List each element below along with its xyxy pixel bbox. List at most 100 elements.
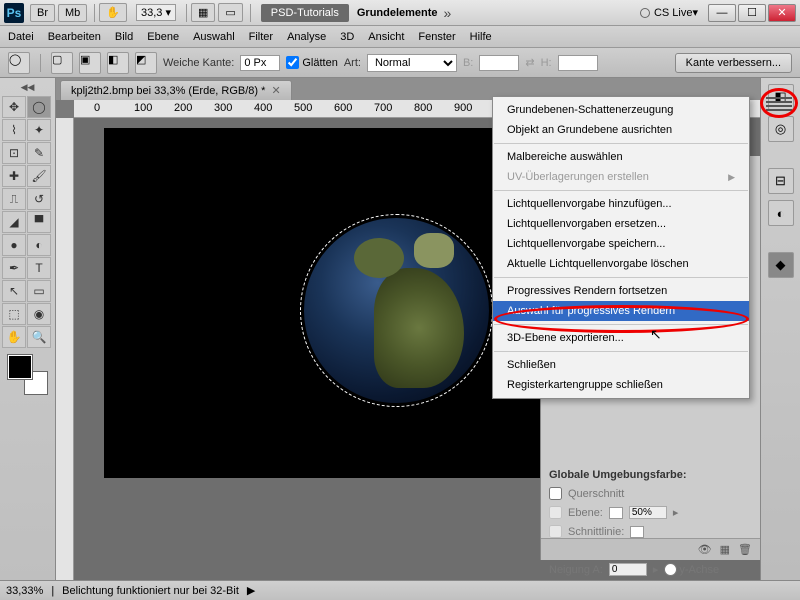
global-ambient-label: Globale Umgebungsfarbe: [541, 466, 760, 484]
refine-edge-button[interactable]: Kante verbessern... [675, 53, 792, 73]
menu-analyse[interactable]: Analyse [287, 31, 326, 43]
workspace-grundelemente[interactable]: Grundelemente [357, 7, 438, 19]
options-bar: ◯ ▢ ▣ ◧ ◩ Weiche Kante: Glätten Art: Nor… [0, 48, 800, 78]
eraser-tool[interactable]: ◢ [2, 211, 26, 233]
masks-panel-icon[interactable]: ◐ [768, 200, 794, 226]
zoom-select[interactable]: 33,3 ▾ [136, 4, 176, 21]
menu-bild[interactable]: Bild [115, 31, 133, 43]
selection-new-icon[interactable]: ▢ [51, 52, 73, 74]
marquee-tool-icon[interactable]: ◯ [8, 52, 30, 74]
selection-marquee [300, 214, 493, 407]
menu-auswahl[interactable]: Auswahl [193, 31, 235, 43]
3d-tool[interactable]: ⬚ [2, 303, 26, 325]
toggle-lights-icon[interactable]: 👁 [698, 543, 712, 556]
delete-icon[interactable]: 🗑 [738, 543, 752, 556]
menu-item[interactable]: Lichtquellenvorgaben ersetzen... [493, 214, 749, 234]
menu-item[interactable]: Grundebenen-Schattenerzeugung [493, 100, 749, 120]
menu-item[interactable]: Progressives Rendern fortsetzen [493, 281, 749, 301]
style-label: Art: [344, 57, 361, 69]
antialias-checkbox[interactable]: Glätten [286, 56, 337, 69]
stamp-tool[interactable]: ⎍ [2, 188, 26, 210]
new-light-icon[interactable]: ▦ [720, 543, 730, 556]
brush-tool[interactable]: 🖌 [27, 165, 51, 187]
tilt-a-input[interactable] [609, 563, 647, 576]
blur-tool[interactable]: ● [2, 234, 26, 256]
height-label: H: [541, 57, 552, 69]
dodge-tool[interactable]: ◐ [27, 234, 51, 256]
foreground-color[interactable] [8, 355, 32, 379]
close-tab-icon[interactable]: ✕ [271, 84, 280, 97]
close-button[interactable]: ✕ [768, 4, 796, 22]
layers-panel-icon[interactable]: ◆ [768, 252, 794, 278]
menu-item[interactable]: Auswahl für progressives Rendern [493, 301, 749, 321]
maximize-button[interactable]: ☐ [738, 4, 766, 22]
menu-filter[interactable]: Filter [249, 31, 273, 43]
lasso-tool[interactable]: ⌇ [2, 119, 26, 141]
menu-hilfe[interactable]: Hilfe [470, 31, 492, 43]
menu-bearbeiten[interactable]: Bearbeiten [48, 31, 101, 43]
menu-fenster[interactable]: Fenster [418, 31, 455, 43]
cursor-icon: ↖ [650, 326, 662, 343]
photoshop-icon: Ps [4, 3, 24, 23]
collapse-icon[interactable]: ◀◀ [2, 82, 53, 95]
3d-camera-tool[interactable]: ◉ [27, 303, 51, 325]
menu-datei[interactable]: Datei [8, 31, 34, 43]
menu-bar: Datei Bearbeiten Bild Ebene Auswahl Filter Ana… [0, 26, 800, 48]
right-dock: ◧ ◎ ⊟ ◐ ◆ [760, 78, 800, 580]
zoom-tool[interactable]: 🔍 [27, 326, 51, 348]
menu-item[interactable]: Malbereiche auswählen [493, 147, 749, 167]
document-tab[interactable]: kplj2th2.bmp bei 33,3% (Erde, RGB/8) *✕ [60, 80, 292, 100]
menu-ansicht[interactable]: Ansicht [368, 31, 404, 43]
feather-input[interactable] [240, 55, 280, 71]
menu-item[interactable]: Registerkartengruppe schließen [493, 375, 749, 395]
menu-item[interactable]: 3D-Ebene exportieren... [493, 328, 749, 348]
bridge-button[interactable]: Br [30, 4, 55, 22]
selection-subtract-icon[interactable]: ◧ [107, 52, 129, 74]
selection-add-icon[interactable]: ▣ [79, 52, 101, 74]
move-tool[interactable]: ✥ [2, 96, 26, 118]
swatches-panel-icon[interactable]: ◎ [768, 116, 794, 142]
path-tool[interactable]: ↖ [2, 280, 26, 302]
workspace-psd-tutorials[interactable]: PSD-Tutorials [261, 4, 349, 22]
minimize-button[interactable]: — [708, 4, 736, 22]
heal-tool[interactable]: ✚ [2, 165, 26, 187]
shape-tool[interactable]: ▭ [27, 280, 51, 302]
status-zoom[interactable]: 33,33% [6, 585, 43, 597]
selection-intersect-icon[interactable]: ◩ [135, 52, 157, 74]
wand-tool[interactable]: ✦ [27, 119, 51, 141]
feather-label: Weiche Kante: [163, 57, 234, 69]
menu-ebene[interactable]: Ebene [147, 31, 179, 43]
status-arrow-icon[interactable]: ▶ [247, 584, 255, 597]
eyedropper-tool[interactable]: ✎ [27, 142, 51, 164]
crop-tool[interactable]: ⊡ [2, 142, 26, 164]
history-brush-tool[interactable]: ↺ [27, 188, 51, 210]
marquee-tool[interactable]: ◯ [27, 96, 51, 118]
style-select[interactable]: Normal [367, 54, 457, 72]
gradient-tool[interactable]: ▀ [27, 211, 51, 233]
status-bar: 33,33% | Belichtung funktioniert nur bei… [0, 580, 800, 600]
type-tool[interactable]: T [27, 257, 51, 279]
screen-mode-icon[interactable]: ▭ [218, 3, 242, 22]
color-swatches[interactable] [8, 355, 48, 395]
hand-tool[interactable]: ✋ [2, 326, 26, 348]
cross-section-checkbox[interactable] [549, 487, 562, 500]
menu-item[interactable]: Objekt an Grundebene ausrichten [493, 120, 749, 140]
pen-tool[interactable]: ✒ [2, 257, 26, 279]
panel-flyout-menu: Grundebenen-SchattenerzeugungObjekt an G… [492, 96, 750, 399]
menu-item[interactable]: Lichtquellenvorgabe speichern... [493, 234, 749, 254]
cs-live[interactable]: CS Live ▾ [640, 6, 698, 19]
menu-item[interactable]: Aktuelle Lichtquellenvorgabe löschen [493, 254, 749, 274]
arrange-icon[interactable]: ▦ [191, 3, 215, 22]
adjustments-panel-icon[interactable]: ⊟ [768, 168, 794, 194]
panel-footer: 👁 ▦ 🗑 [541, 538, 760, 560]
panel-menu-button[interactable] [766, 96, 792, 112]
menu-item[interactable]: Lichtquellenvorgabe hinzufügen... [493, 194, 749, 214]
menu-3d[interactable]: 3D [340, 31, 354, 43]
minibridge-button[interactable]: Mb [58, 4, 87, 22]
hand-tool-icon[interactable]: ✋ [99, 3, 127, 22]
menu-item[interactable]: Schließen [493, 355, 749, 375]
y-axis-radio[interactable] [664, 563, 677, 576]
workspace-more-icon[interactable]: » [444, 5, 452, 21]
plane-opacity-input[interactable] [629, 506, 667, 519]
title-bar: Ps Br Mb ✋ 33,3 ▾ ▦ ▭ PSD-Tutorials Grun… [0, 0, 800, 26]
